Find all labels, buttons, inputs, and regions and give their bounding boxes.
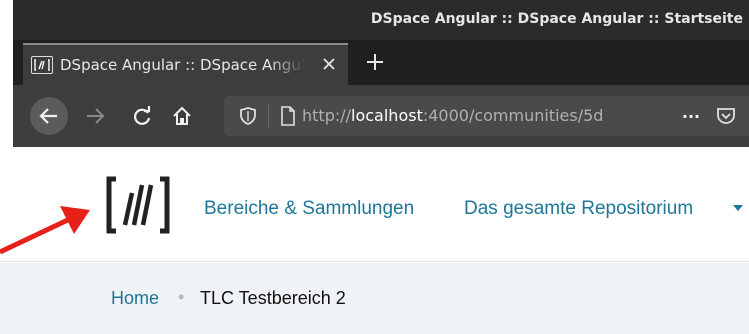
page-content: Bereiche & Sammlungen Das gesamte Reposi… — [0, 147, 749, 334]
shield-icon[interactable] — [232, 100, 264, 132]
tab-title: DSpace Angular :: DSpace Angular :: Star… — [60, 56, 305, 74]
breadcrumb: Home • TLC Testbereich 2 — [0, 263, 749, 334]
page-icon — [272, 100, 304, 132]
breadcrumb-home-link[interactable]: Home — [111, 288, 159, 309]
nav-communities-link[interactable]: Bereiche & Sammlungen — [204, 198, 414, 220]
forward-arrow-icon[interactable] — [79, 100, 111, 132]
home-icon[interactable] — [166, 100, 198, 132]
back-arrow-icon[interactable] — [30, 97, 68, 135]
new-tab-plus-icon[interactable] — [363, 50, 387, 74]
breadcrumb-separator: • — [178, 287, 185, 307]
url-text[interactable]: http://localhost:4000/communities/5d — [302, 106, 603, 125]
url-prefix: http:// — [302, 106, 352, 125]
tab-strip: DSpace Angular :: DSpace Angular :: Star… — [13, 40, 749, 85]
reload-icon[interactable] — [126, 100, 158, 132]
nav-browse-dropdown[interactable]: Das gesamte Repositorium — [464, 198, 693, 220]
browser-tab[interactable]: DSpace Angular :: DSpace Angular :: Star… — [23, 43, 348, 85]
nav-toolbar: http://localhost:4000/communities/5d ··· — [13, 85, 749, 147]
dspace-favicon-icon — [31, 56, 53, 74]
window-title: DSpace Angular :: DSpace Angular :: Star… — [370, 11, 743, 27]
window-titlebar: DSpace Angular :: DSpace Angular :: Star… — [13, 0, 749, 40]
breadcrumb-current: TLC Testbereich 2 — [200, 288, 346, 308]
site-header: Bereiche & Sammlungen Das gesamte Reposi… — [0, 147, 749, 262]
url-path: :4000/communities/5d — [422, 106, 604, 125]
red-arrow-annotation-icon — [0, 206, 90, 255]
caret-down-icon[interactable] — [733, 205, 743, 211]
url-host: localhost — [351, 106, 423, 125]
pocket-icon[interactable] — [710, 100, 742, 132]
url-separator — [268, 104, 269, 128]
url-bar[interactable]: http://localhost:4000/communities/5d ··· — [224, 96, 749, 136]
more-icon[interactable]: ··· — [675, 100, 707, 132]
dspace-logo[interactable] — [105, 175, 171, 235]
close-icon[interactable] — [320, 55, 338, 73]
